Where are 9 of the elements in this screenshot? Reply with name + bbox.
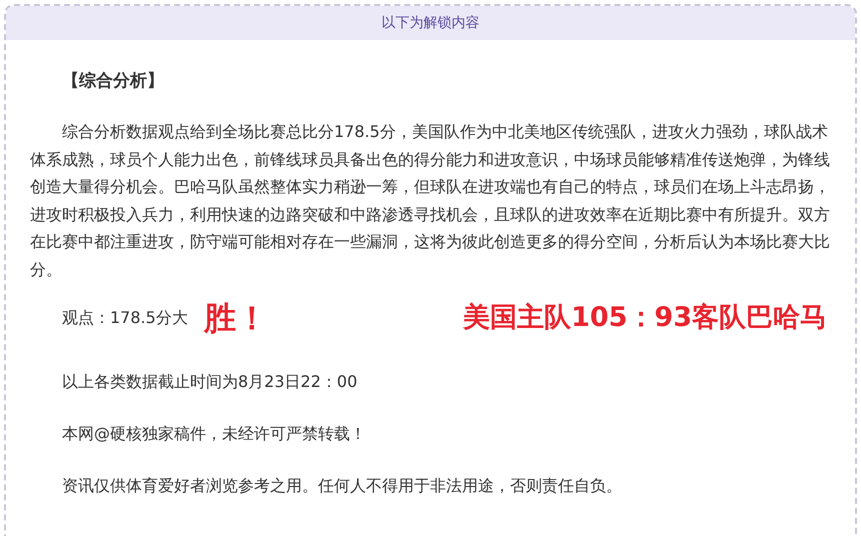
win-label: 胜！ [204, 298, 268, 339]
verdict-text: 观点：178.5分大 [62, 307, 188, 329]
analysis-paragraph: 综合分析数据观点给到全场比赛总比分178.5分，美国队作为中北美地区传统强队，进攻火力强劲，球队战术体系成熟，球员个人能力出色，前锋线球员具备出色的得分能力和进攻意识，中场球员能够精准传送炮弹，为锋线创造大量得分机会。巴哈马队虽然整体实力稍逊一筹，但球队在进攻端也有自己的特点，球员们在场上斗志昂扬，进攻时积极投入兵力，利用快速的边路突破和中路渗透寻找机会，且球队的进攻效率在近期比赛中有所提升。双方在比赛中都注重进攻，防守端可能相对存在一些漏洞，这将为彼此创造更多的得分空间，分析后认为本场比赛大比分。 [30, 121, 830, 280]
note-text: 以上各类数据截止时间为8月23日22：00 [62, 371, 358, 393]
unlock-banner: 以下为解锁内容 [6, 6, 855, 40]
section-title: 【综合分析】 [62, 70, 165, 93]
note-text: 资讯仅供体育爱好者浏览参考之用。任何人不得用于非法用途，否则责任自负。 [62, 475, 623, 497]
note-text: 本网@硬核独家稿件，未经许可严禁转载！ [62, 423, 367, 445]
score-label: 美国主队105：93客队巴哈马 [463, 300, 827, 335]
